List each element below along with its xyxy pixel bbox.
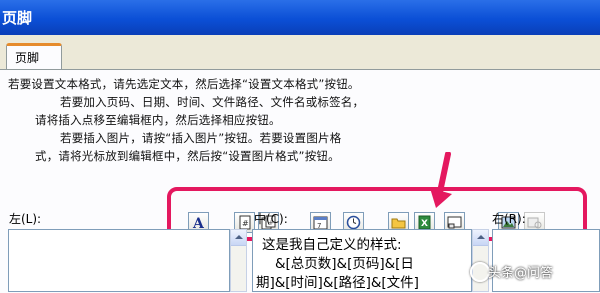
center-text-line-2: &[总页数]&[页码]&[日 <box>275 256 414 272</box>
instruction-line-3: 请将插入点移至编辑框内，然后选择相应按钮。 <box>35 113 281 127</box>
sheet-tab-icon <box>447 216 462 229</box>
center-text-line-1: 这是我自己定义的样式: <box>262 237 402 253</box>
calendar-icon: 7 <box>313 216 328 230</box>
right-section-textbox[interactable] <box>492 229 600 292</box>
clock-icon <box>346 215 361 230</box>
page-number-icon: # <box>239 215 251 230</box>
center-section-label: 中(C): <box>254 212 288 226</box>
scroll-up-arrow-icon[interactable] <box>473 230 488 246</box>
folder-icon <box>391 218 406 229</box>
watermark-text: 头条@问答 <box>488 266 554 281</box>
left-section-label: 左(L): <box>9 212 42 226</box>
left-section-textbox[interactable] <box>8 229 230 292</box>
tab-footer-label: 页脚 <box>15 51 40 65</box>
scroll-up-arrow-icon[interactable] <box>231 230 246 246</box>
window-titlebar[interactable]: 页脚 <box>0 0 600 35</box>
window-title: 页脚 <box>2 9 33 27</box>
left-section-scrollbar[interactable] <box>230 229 247 292</box>
instruction-line-1: 若要设置文本格式，请先选定文本，然后选择“设置文本格式”按钮。 <box>8 77 360 91</box>
watermark-logo-icon <box>470 262 490 282</box>
svg-text:#: # <box>242 219 249 228</box>
instruction-line-5: 式，请将光标放到编辑框中，然后按“设置图片格式”按钮。 <box>35 149 340 163</box>
svg-text:A: A <box>192 216 205 230</box>
instruction-line-4: 若要插入图片，请按“插入图片”按钮。若要设置图片格 <box>60 131 342 145</box>
letter-a-icon: A <box>192 216 205 230</box>
tab-footer[interactable]: 页脚 <box>6 43 62 70</box>
center-text-line-3: 期]&[时间]&[路径]&[文件] <box>256 275 419 291</box>
excel-file-icon: X <box>418 215 431 230</box>
format-picture-icon <box>527 217 542 229</box>
right-section-label: 右(R): <box>492 212 526 226</box>
center-section-scrollbar[interactable] <box>472 229 489 292</box>
svg-text:X: X <box>421 219 428 229</box>
instruction-line-2: 若要加入页码、日期、时间、文件路径、文件名或标签名， <box>60 95 365 109</box>
